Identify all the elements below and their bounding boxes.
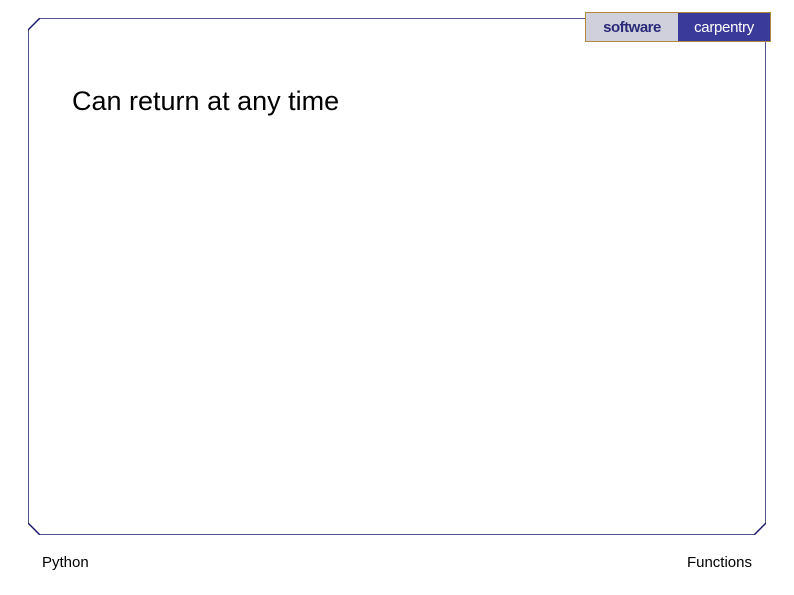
logo-left-text: software <box>603 19 661 36</box>
slide-border <box>28 18 766 535</box>
footer-left: Python <box>42 554 89 571</box>
logo-right-panel: carpentry <box>678 13 770 41</box>
logo-left-panel: software <box>586 13 678 41</box>
logo-right-text: carpentry <box>694 19 754 36</box>
software-carpentry-logo: software carpentry <box>585 12 771 42</box>
footer-right: Functions <box>687 554 752 571</box>
